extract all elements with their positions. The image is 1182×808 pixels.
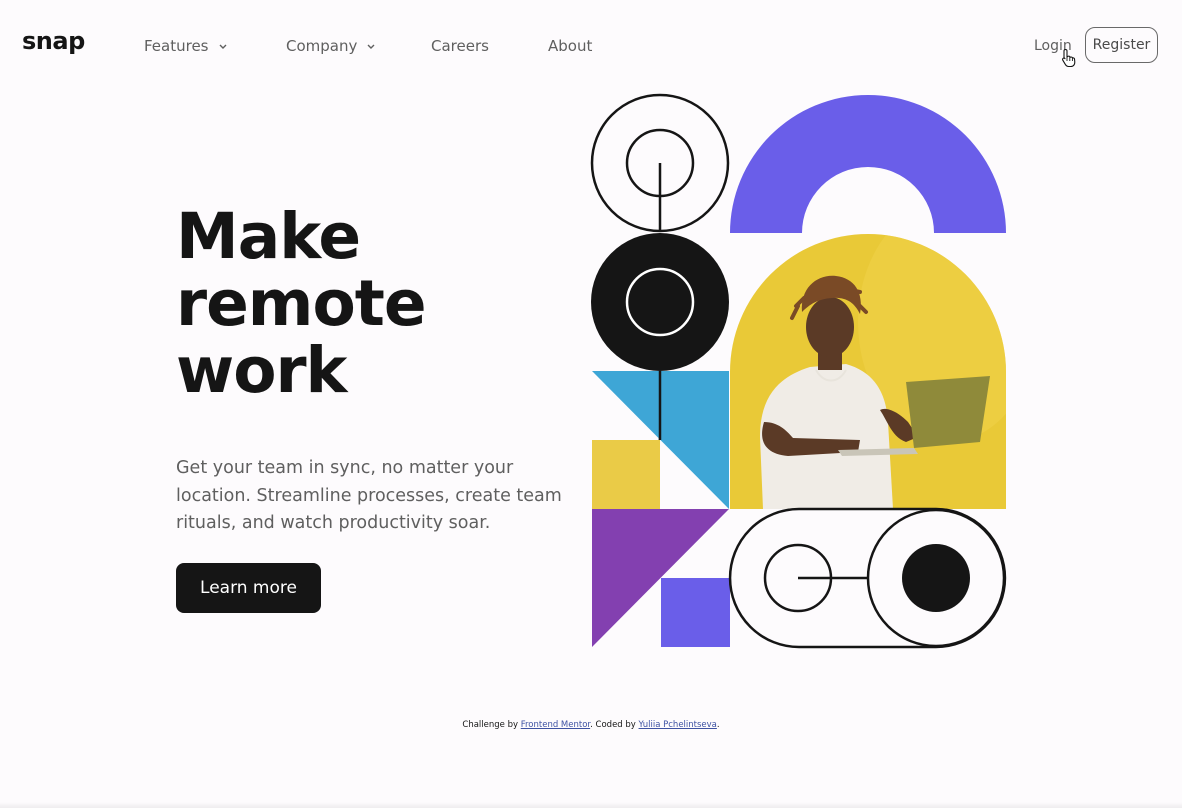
nav-item-label: Company <box>286 37 358 55</box>
hero-title: Make remote work <box>176 203 496 404</box>
arch-shape <box>730 95 1006 233</box>
learn-more-button[interactable]: Learn more <box>176 563 321 613</box>
nav-item-company[interactable]: Company <box>286 37 375 56</box>
person-photo <box>730 234 1006 509</box>
nav-item-about[interactable]: About <box>548 37 592 55</box>
logo[interactable]: snap <box>22 27 85 55</box>
hero-description: Get your team in sync, no matter your lo… <box>176 458 562 533</box>
page: snap Features Company Careers About Logi… <box>0 0 1182 808</box>
nav-item-careers[interactable]: Careers <box>431 37 489 55</box>
attribution-middle: . Coded by <box>590 720 639 730</box>
pill-toggle-shape <box>728 507 1007 649</box>
hero-title-line: work <box>176 334 347 407</box>
hero-title-line: remote <box>176 267 427 340</box>
nav-item-label: Features <box>144 37 209 55</box>
attribution-footer: Challenge by Frontend Mentor. Coded by Y… <box>0 720 1182 730</box>
indigo-square-shape <box>661 578 730 647</box>
nav-item-label: About <box>548 37 593 55</box>
hand-pointer-icon <box>1061 48 1077 72</box>
nav-item-label: Careers <box>431 37 489 55</box>
attribution-prefix: Challenge by <box>462 720 521 730</box>
hero-title-line: Make <box>176 200 361 273</box>
register-button[interactable]: Register <box>1085 27 1158 63</box>
author-link[interactable]: Yuliia Pchelintseva <box>639 720 717 730</box>
attribution-suffix: . <box>716 720 720 730</box>
outline-circle-shape <box>590 93 730 233</box>
frontend-mentor-link[interactable]: Frontend Mentor <box>521 720 590 730</box>
chevron-down-icon <box>219 36 227 54</box>
bottom-edge-shadow <box>0 802 1182 808</box>
nav-item-features[interactable]: Features <box>144 37 227 56</box>
hero-illustration <box>588 92 1008 656</box>
yellow-square-shape <box>592 440 660 509</box>
chevron-down-icon <box>367 36 375 54</box>
